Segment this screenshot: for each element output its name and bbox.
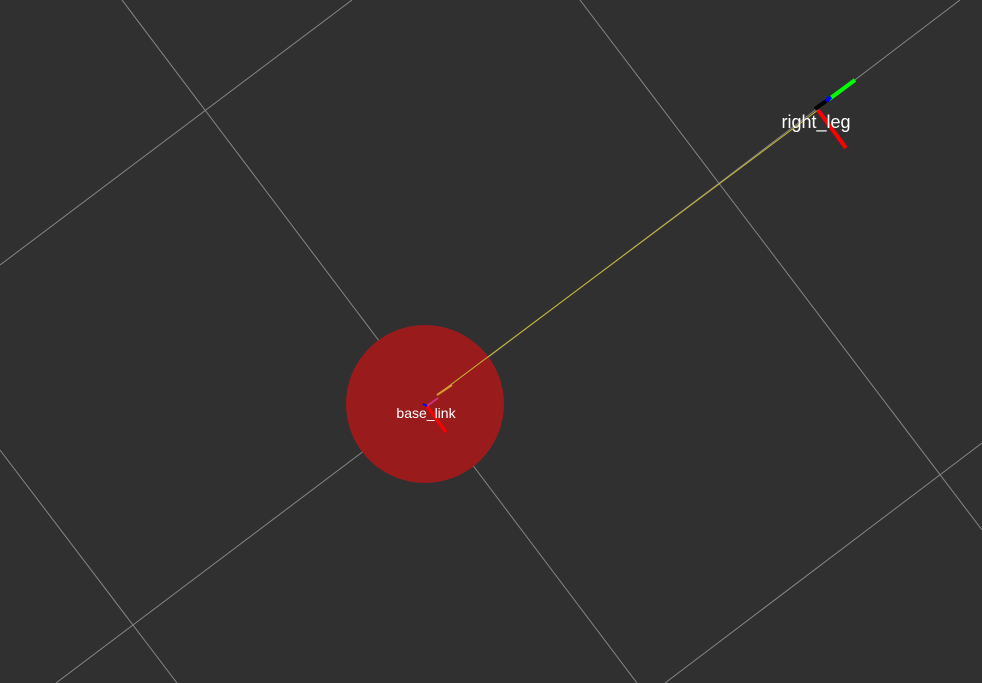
base-link-label: base_link [396,405,456,421]
right-leg-label: right_leg [781,112,850,133]
3d-viewport[interactable]: base_link right_leg [0,0,982,683]
viewport-background [0,0,982,683]
